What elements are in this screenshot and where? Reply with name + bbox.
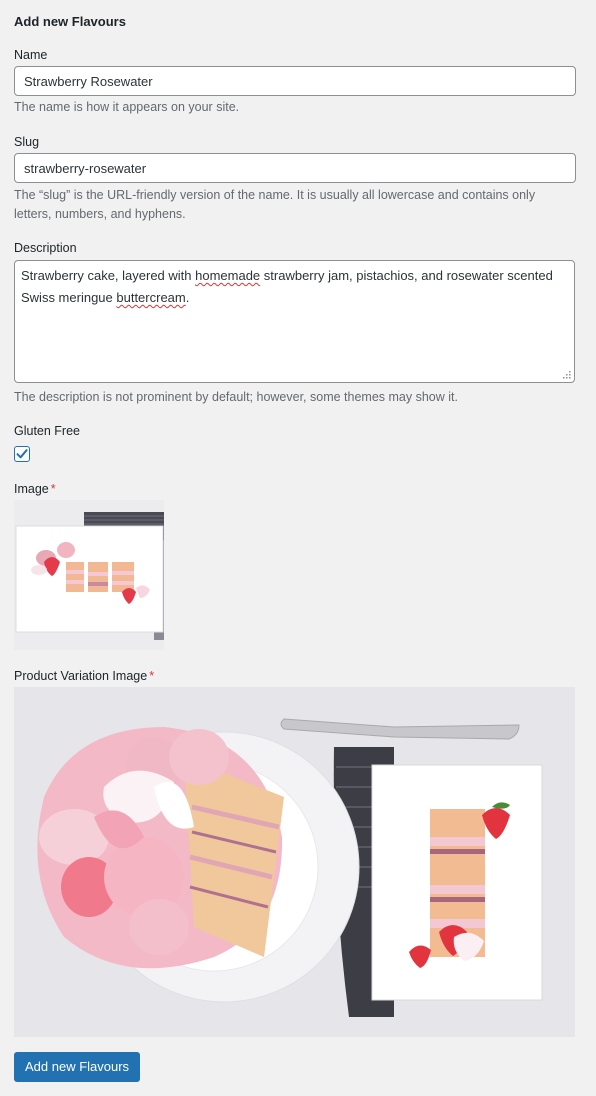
image-label: Image * — [14, 482, 56, 496]
required-marker: * — [50, 482, 56, 496]
image-thumbnail[interactable] — [14, 500, 164, 650]
add-new-flavours-button[interactable]: Add new Flavours — [14, 1052, 141, 1082]
slug-help: The “slug” is the URL-friendly version o… — [14, 186, 576, 224]
cake-slice-photo — [14, 500, 164, 650]
description-text: . — [185, 290, 190, 305]
checkmark-icon — [16, 449, 28, 459]
description-label: Description — [14, 241, 77, 255]
description-text: Strawberry cake, layered with — [21, 268, 196, 283]
description-textarea[interactable]: Strawberry cake, layered with homemade s… — [14, 260, 575, 383]
description-help: The description is not prominent by defa… — [14, 390, 458, 404]
name-label: Name — [14, 48, 48, 62]
form-title: Add new Flavours — [14, 14, 126, 29]
variation-image[interactable] — [14, 687, 575, 1037]
misspelled-word: homemade — [195, 268, 261, 283]
slug-label: Slug — [14, 135, 40, 149]
misspelled-word: buttercream — [116, 290, 186, 305]
gluten-free-checkbox[interactable] — [14, 446, 30, 462]
required-marker: * — [149, 669, 155, 683]
gluten-free-label: Gluten Free — [14, 424, 81, 438]
resize-handle-icon[interactable] — [562, 370, 571, 379]
variation-image-label-text: Product Variation Image — [14, 669, 148, 683]
image-label-text: Image — [14, 482, 49, 496]
name-input[interactable] — [14, 66, 576, 96]
slug-help-line-2: letters, numbers, and hyphens. — [14, 207, 186, 221]
slug-input[interactable] — [14, 153, 576, 183]
name-help: The name is how it appears on your site. — [14, 100, 240, 114]
variation-image-label: Product Variation Image * — [14, 669, 154, 683]
strawberry-cake-photo — [14, 687, 575, 1037]
slug-help-line-1: The “slug” is the URL-friendly version o… — [14, 188, 536, 202]
